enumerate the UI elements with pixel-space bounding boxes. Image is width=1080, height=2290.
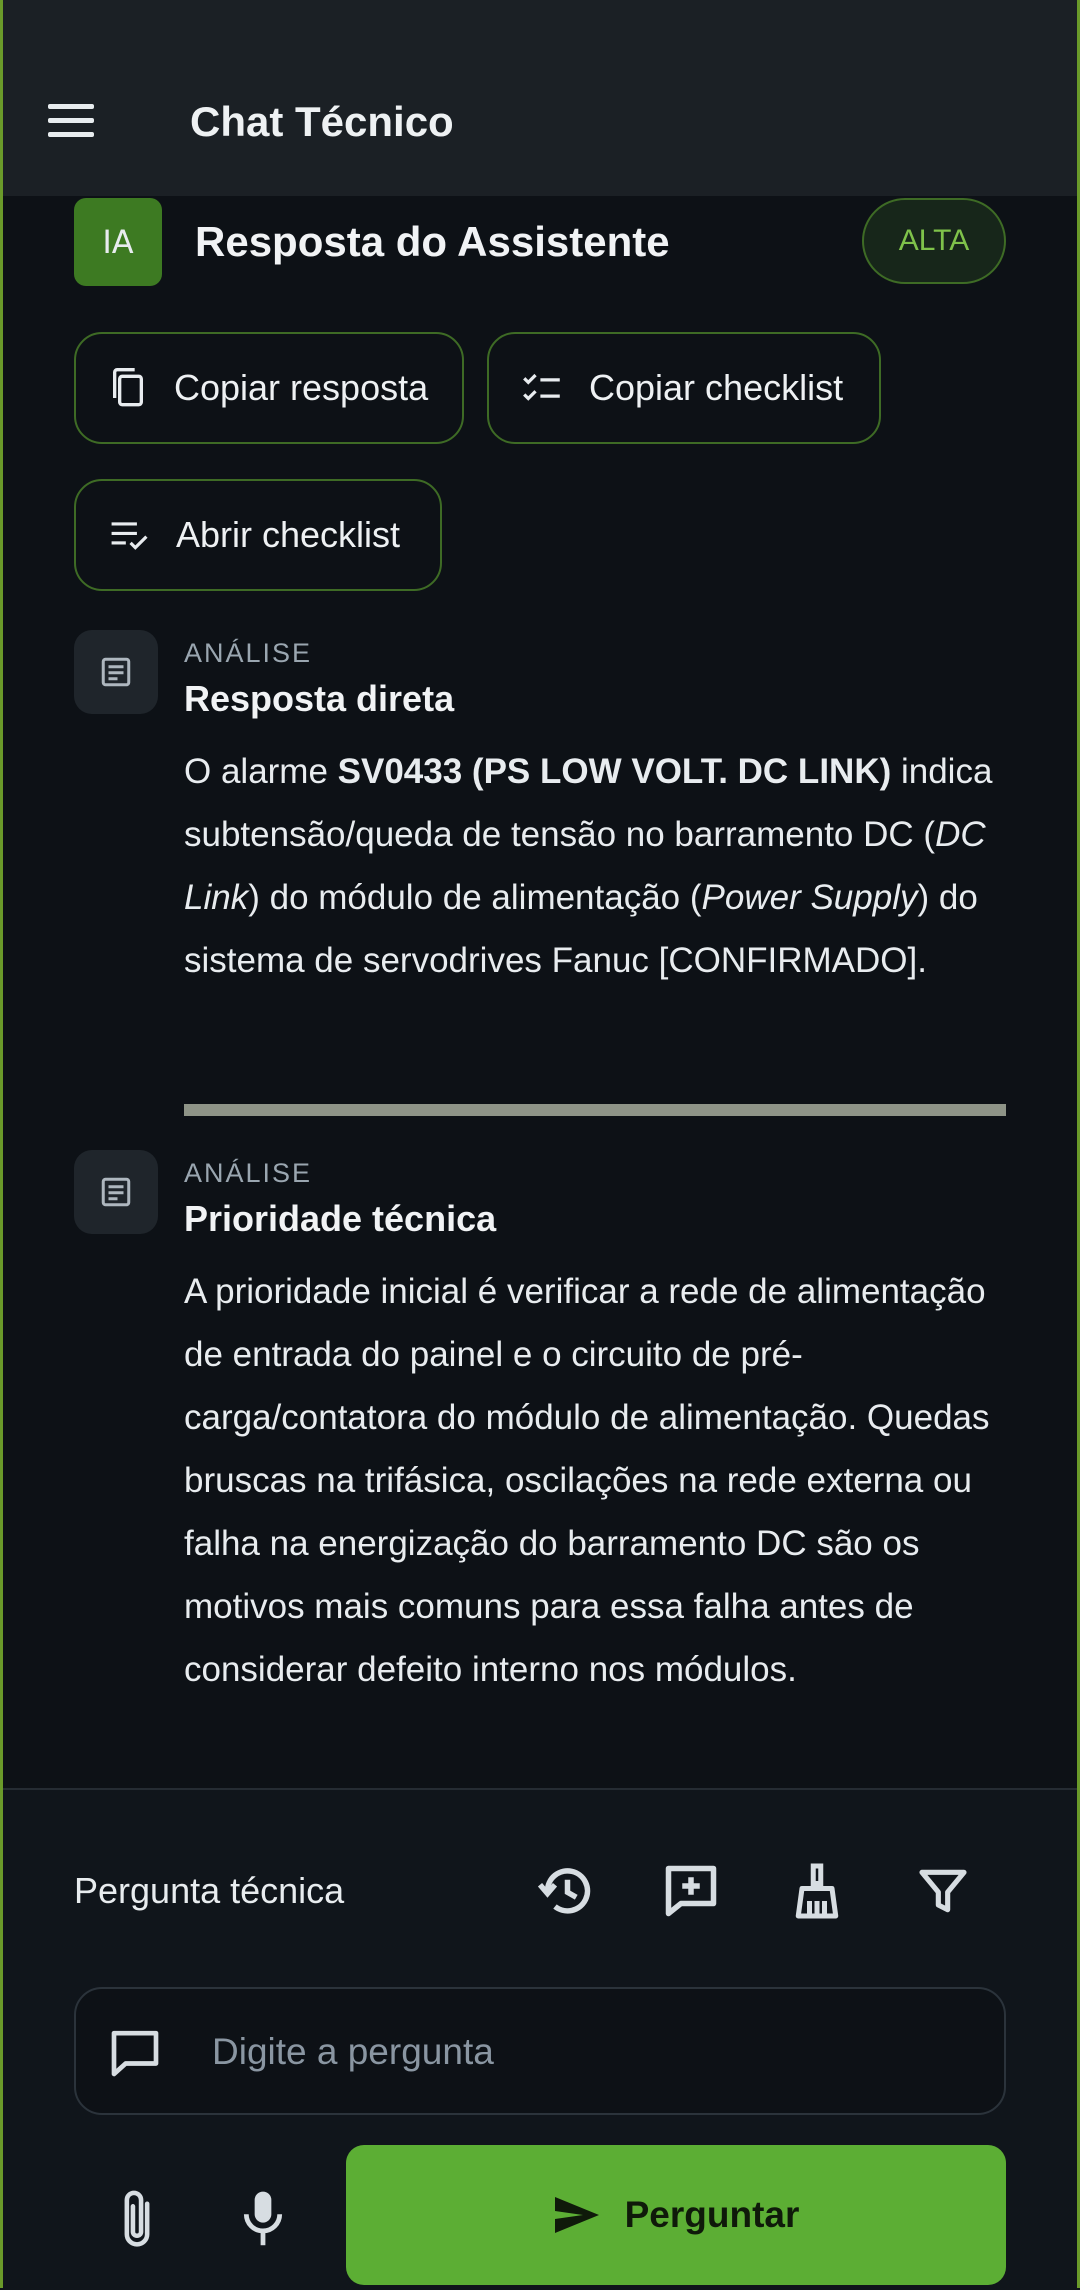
composer: Pergunta técnica Digite a pergunta Pergu…	[0, 1788, 1080, 2290]
app-bar: Chat Técnico	[0, 0, 1080, 196]
section-body: A prioridade inicial é verificar a rede …	[184, 1272, 990, 1689]
new-chat-icon[interactable]	[656, 1856, 726, 1926]
open-checklist-label: Abrir checklist	[176, 514, 401, 555]
copy-checklist-label: Copiar checklist	[589, 367, 844, 408]
chat-content[interactable]: IA Resposta do Assistente ALTA Copiar re…	[0, 196, 1080, 1788]
copy-response-label: Copiar resposta	[174, 367, 429, 408]
priority-badge: ALTA	[862, 198, 1006, 284]
document-icon	[74, 1150, 158, 1234]
avatar: IA	[74, 198, 162, 286]
playlist-check-icon	[111, 522, 148, 550]
paperclip-icon[interactable]	[104, 2184, 170, 2254]
section-kicker: ANÁLISE	[184, 1158, 313, 1188]
response-title: Resposta do Assistente	[195, 218, 670, 265]
copy-icon	[113, 368, 143, 407]
copy-response-button[interactable]: Copiar resposta	[74, 332, 464, 444]
section-kicker: ANÁLISE	[184, 638, 313, 668]
menu-icon[interactable]	[46, 100, 98, 140]
analysis-section: ANÁLISE Resposta direta O alarme SV0433 …	[74, 630, 1006, 980]
history-icon[interactable]	[530, 1856, 600, 1926]
divider	[184, 1104, 1006, 1116]
alarm-code: SV0433 (PS LOW VOLT. DC LINK)	[337, 752, 892, 791]
send-button[interactable]: Perguntar	[346, 2145, 1006, 2285]
response-header: IA Resposta do Assistente ALTA	[74, 196, 1006, 290]
microphone-icon[interactable]	[230, 2184, 296, 2254]
copy-checklist-button[interactable]: Copiar checklist	[487, 332, 881, 444]
question-input[interactable]	[210, 2019, 974, 2085]
analysis-section: ANÁLISE Prioridade técnica A prioridade …	[74, 1150, 1006, 1788]
message-icon	[111, 2030, 159, 2077]
section-heading: Resposta direta	[184, 678, 455, 719]
composer-label: Pergunta técnica	[74, 1870, 345, 1911]
document-icon	[74, 630, 158, 714]
question-input-box[interactable]	[74, 1987, 1006, 2115]
open-checklist-button[interactable]: Abrir checklist	[74, 479, 442, 591]
checklist-icon	[523, 373, 560, 401]
section-body: O alarme SV0433 (PS LOW VOLT. DC LINK) i…	[184, 752, 993, 980]
send-icon	[554, 2197, 599, 2233]
filter-icon[interactable]	[908, 1856, 978, 1926]
broom-icon[interactable]	[782, 1856, 852, 1926]
page-title: Chat Técnico	[190, 98, 454, 145]
send-button-label: Perguntar	[624, 2194, 800, 2235]
section-heading: Prioridade técnica	[184, 1198, 497, 1239]
